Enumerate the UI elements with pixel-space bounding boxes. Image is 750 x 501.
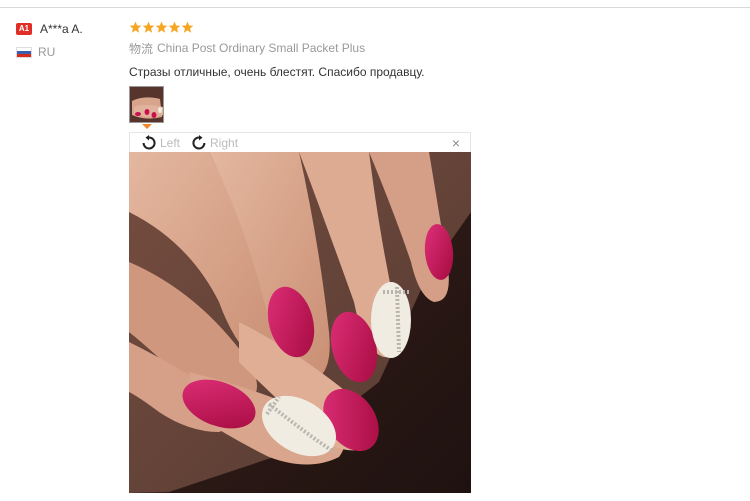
buyer-country: RU bbox=[38, 45, 56, 59]
star-icon bbox=[181, 21, 194, 33]
star-icon bbox=[142, 21, 155, 33]
top-divider bbox=[0, 7, 750, 8]
shipping-info: 物流 China Post Ordinary Small Packet Plus bbox=[129, 39, 629, 57]
buyer-level-badge: A1 bbox=[16, 23, 32, 35]
review-photo-thumbnail[interactable] bbox=[129, 86, 164, 123]
buyer-name: A***a A. bbox=[40, 22, 83, 36]
close-viewer-button[interactable]: × bbox=[452, 135, 460, 151]
shipping-method: China Post Ordinary Small Packet Plus bbox=[157, 41, 366, 55]
viewer-toolbar: Left Right × bbox=[129, 132, 471, 152]
star-rating bbox=[129, 18, 629, 36]
nails-photo-image bbox=[129, 152, 471, 493]
shipping-label: 物流 bbox=[129, 41, 154, 56]
photo-viewer: Left Right × bbox=[129, 132, 471, 493]
star-icon bbox=[155, 21, 168, 33]
star-icon bbox=[168, 21, 181, 33]
rotate-right-label: Right bbox=[210, 135, 239, 150]
rotate-left-button[interactable]: Left bbox=[140, 134, 181, 151]
review-content: 物流 China Post Ordinary Small Packet Plus… bbox=[129, 18, 629, 129]
rotate-right-icon bbox=[192, 134, 206, 149]
thumbnail-pointer bbox=[142, 124, 152, 129]
star-icon bbox=[129, 21, 142, 33]
review-text: Стразы отличные, очень блестят. Спасибо … bbox=[129, 65, 425, 79]
rotate-left-label: Left bbox=[160, 135, 181, 150]
rotate-right-button[interactable]: Right bbox=[190, 134, 239, 151]
russia-flag-icon bbox=[16, 46, 32, 58]
review-photo bbox=[129, 152, 471, 493]
buyer-info: A1 A***a A. RU bbox=[16, 20, 116, 61]
rotate-left-icon bbox=[142, 134, 156, 149]
